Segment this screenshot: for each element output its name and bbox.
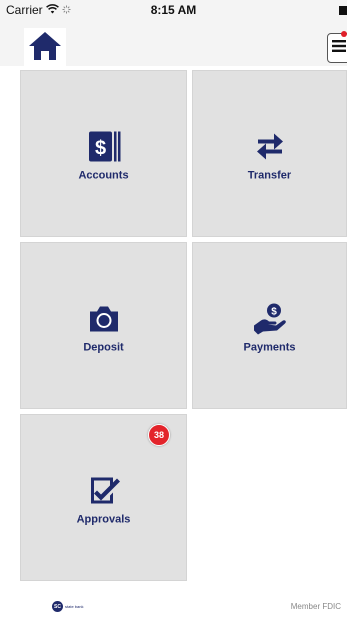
member-fdic-label: Member FDIC xyxy=(290,602,341,611)
battery-icon xyxy=(339,6,347,15)
transfer-arrows-icon xyxy=(250,126,290,166)
home-icon xyxy=(28,31,62,66)
hamburger-menu-icon xyxy=(332,39,346,57)
tile-label: Approvals xyxy=(76,513,131,525)
bank-logo-text: state bank xyxy=(65,604,84,609)
camera-icon xyxy=(84,298,124,338)
svg-text:$: $ xyxy=(94,137,105,159)
tile-payments[interactable]: $ Payments xyxy=(192,242,347,409)
tile-deposit[interactable]: Deposit xyxy=(20,242,187,409)
tile-label: Transfer xyxy=(247,169,292,181)
home-button[interactable] xyxy=(24,28,66,68)
tile-transfer[interactable]: Transfer xyxy=(192,70,347,237)
tile-label: Accounts xyxy=(78,169,129,181)
tile-label: Payments xyxy=(243,341,296,353)
dollar-bill-icon: $ xyxy=(84,126,124,166)
tile-accounts[interactable]: $ Accounts xyxy=(20,70,187,237)
app-header xyxy=(0,20,347,68)
tile-label: Deposit xyxy=(83,341,124,353)
menu-notification-dot xyxy=(341,31,347,37)
hand-coin-icon: $ xyxy=(250,298,290,338)
bank-logo[interactable]: SC state bank xyxy=(52,601,83,612)
app-screen: Carrier 8:15 AM $ Accounts Transfer Depo… xyxy=(0,0,347,617)
footer: SC state bank Member FDIC xyxy=(0,596,347,617)
tile-approvals[interactable]: 38 Approvals xyxy=(20,414,187,581)
status-time: 8:15 AM xyxy=(150,3,197,17)
bank-logo-mark: SC xyxy=(52,601,63,612)
menu-button[interactable] xyxy=(327,31,347,63)
checkbox-pencil-icon xyxy=(84,470,124,510)
svg-text:$: $ xyxy=(271,306,277,317)
approvals-badge: 38 xyxy=(148,424,170,446)
status-bar: Carrier 8:15 AM xyxy=(0,0,347,20)
